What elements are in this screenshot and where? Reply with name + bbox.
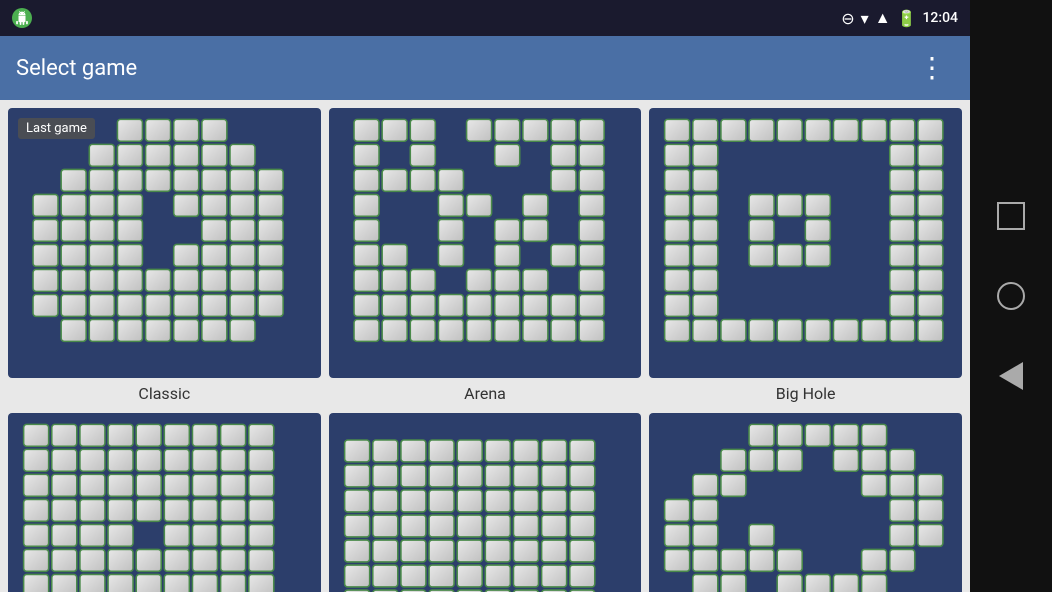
battery-icon: 🔋 <box>897 9 917 28</box>
game-item-big-hole[interactable]: Big Hole <box>649 108 962 405</box>
game-label-big-hole: Big Hole <box>776 378 836 405</box>
wifi-icon: ▾ <box>861 9 869 28</box>
game-thumbnail-classic: Last game <box>8 108 321 378</box>
game-item-complex[interactable] <box>649 413 962 592</box>
game-label-arena: Arena <box>464 378 506 405</box>
time-display: 12:04 <box>922 10 958 26</box>
status-bar: ⊖ ▾ ▲ 🔋 12:04 <box>0 0 970 36</box>
game-item-spiral[interactable] <box>8 413 321 592</box>
game-thumbnail-grid <box>329 413 642 592</box>
game-item-grid[interactable] <box>329 413 642 592</box>
game-item-arena[interactable]: Arena <box>329 108 642 405</box>
game-item-classic[interactable]: Last game <box>8 108 321 405</box>
home-icon <box>997 282 1025 310</box>
last-game-badge: Last game <box>18 118 95 139</box>
navigation-bar <box>970 0 1052 592</box>
game-thumbnail-spiral <box>8 413 321 592</box>
android-icon <box>12 8 32 28</box>
app-bar: Select game ⋮ <box>0 36 970 100</box>
game-thumbnail-big-hole <box>649 108 962 378</box>
games-grid: Last game <box>8 108 962 584</box>
status-bar-left <box>12 8 32 28</box>
game-thumbnail-arena <box>329 108 642 378</box>
game-label-classic: Classic <box>138 378 190 405</box>
signal-icon: ▲ <box>875 8 891 28</box>
recent-apps-button[interactable] <box>991 196 1031 236</box>
overflow-menu-button[interactable]: ⋮ <box>910 46 954 90</box>
game-thumbnail-complex <box>649 413 962 592</box>
back-icon <box>999 362 1023 390</box>
do-not-disturb-icon: ⊖ <box>841 9 854 28</box>
status-bar-right: ⊖ ▾ ▲ 🔋 12:04 <box>841 8 958 28</box>
home-button[interactable] <box>991 276 1031 316</box>
app-title: Select game <box>16 56 137 81</box>
recent-apps-icon <box>997 202 1025 230</box>
back-button[interactable] <box>991 356 1031 396</box>
content-area: Last game <box>0 100 970 592</box>
